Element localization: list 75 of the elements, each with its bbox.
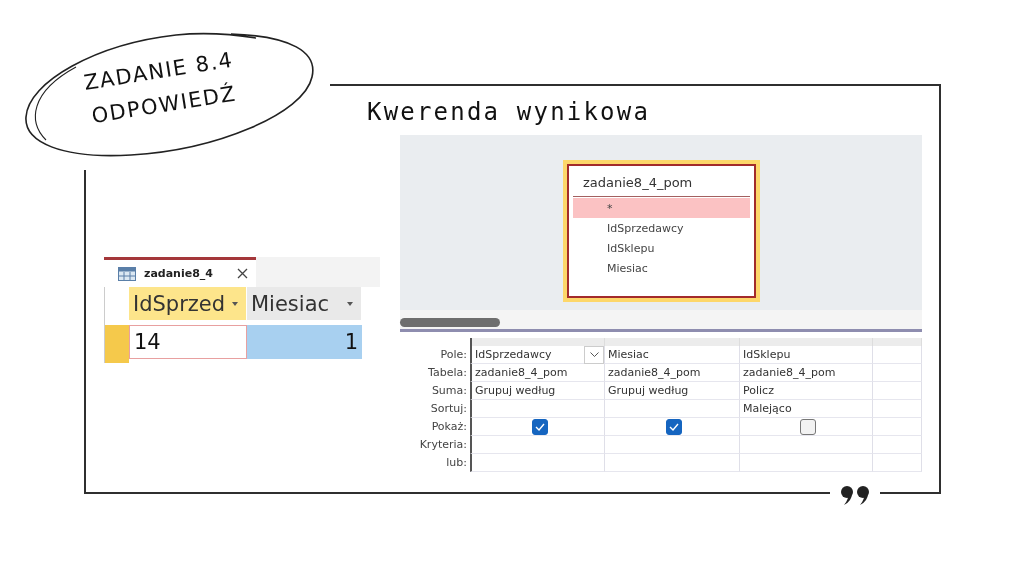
grid-cell[interactable]: IdSklepu <box>740 346 873 364</box>
grid-value: zadanie8_4_pom <box>608 366 701 379</box>
grid-cell[interactable] <box>470 418 605 436</box>
table-field-list[interactable]: zadanie8_4_pom * IdSprzedawcy IdSklepu Miesiac <box>563 160 760 302</box>
check-icon <box>668 422 679 431</box>
grid-cell[interactable]: zadanie8_4_pom <box>605 364 740 382</box>
column-selector[interactable] <box>605 338 740 346</box>
column-selector[interactable] <box>873 338 922 346</box>
grid-cell[interactable]: zadanie8_4_pom <box>740 364 873 382</box>
grid-cell[interactable] <box>873 382 922 400</box>
row-label: Tabela: <box>427 365 468 381</box>
grid-value: Grupuj według <box>475 384 556 397</box>
close-icon[interactable] <box>237 268 248 279</box>
field-item[interactable]: * <box>573 198 750 218</box>
table-cell: 1 <box>247 324 362 359</box>
grid-cell[interactable]: Grupuj według <box>605 382 740 400</box>
show-checkbox[interactable] <box>799 418 816 435</box>
grid-cell[interactable] <box>605 454 740 472</box>
column-selector[interactable] <box>740 338 873 346</box>
row-label: Pokaż: <box>430 419 468 435</box>
row-label: Sortuj: <box>429 401 468 417</box>
show-checkbox[interactable] <box>531 418 548 435</box>
grid-cell[interactable] <box>873 400 922 418</box>
sort-caret-icon[interactable] <box>347 301 353 306</box>
table-tab[interactable]: zadanie8_4 <box>104 257 256 287</box>
grid-cell[interactable] <box>605 436 740 454</box>
grid-value: Malejąco <box>743 402 792 415</box>
grid-value: zadanie8_4_pom <box>475 366 568 379</box>
grid-cell[interactable]: Grupuj według <box>470 382 605 400</box>
grid-value: IdSklepu <box>743 348 791 361</box>
column-header[interactable]: Miesiac <box>247 287 362 320</box>
grid-cell[interactable]: IdSprzedawcy <box>470 346 605 364</box>
field-item[interactable]: Miesiac <box>573 258 750 278</box>
field-item[interactable]: IdSprzedawcy <box>573 218 750 238</box>
grid-cell[interactable] <box>873 364 922 382</box>
grid-cell[interactable] <box>873 454 922 472</box>
grid-value: Policz <box>743 384 774 397</box>
table-title: zadanie8_4_pom <box>573 166 750 197</box>
grid-cell[interactable] <box>873 436 922 454</box>
row-label: lub: <box>445 455 468 471</box>
check-icon <box>534 422 545 431</box>
grid-value: zadanie8_4_pom <box>743 366 836 379</box>
record-selector[interactable] <box>105 324 129 363</box>
column-header[interactable]: IdSprzed <box>129 287 247 320</box>
grid-cell[interactable]: zadanie8_4_pom <box>470 364 605 382</box>
grid-cell[interactable] <box>740 454 873 472</box>
sort-caret-icon[interactable] <box>232 301 238 306</box>
show-checkbox[interactable] <box>665 418 682 435</box>
row-label: Pole: <box>439 347 468 363</box>
grid-cell[interactable] <box>605 418 740 436</box>
field-item[interactable]: IdSklepu <box>573 238 750 258</box>
grid-value: Grupuj według <box>608 384 689 397</box>
grid-cell[interactable] <box>470 454 605 472</box>
grid-cell[interactable] <box>873 418 922 436</box>
row-label: Kryteria: <box>418 437 468 453</box>
grid-cell[interactable] <box>740 436 873 454</box>
grid-cell[interactable]: Policz <box>740 382 873 400</box>
chevron-down-icon <box>589 352 599 357</box>
grid-cell[interactable] <box>470 436 605 454</box>
column-selector[interactable] <box>470 338 605 346</box>
tab-label: zadanie8_4 <box>144 267 213 280</box>
grid-cell[interactable] <box>740 418 873 436</box>
grid-cell[interactable] <box>470 400 605 418</box>
grid-value: IdSprzedawcy <box>475 348 552 361</box>
grid-cell[interactable]: Malejąco <box>740 400 873 418</box>
grid-cell[interactable] <box>605 400 740 418</box>
scrollbar-thumb[interactable] <box>400 318 500 327</box>
quote-icon <box>838 485 872 505</box>
slide-title: Kwerenda wynikowa <box>367 98 652 128</box>
row-label: Suma: <box>430 383 468 399</box>
grid-cell[interactable] <box>873 346 922 364</box>
grid-value: Miesiac <box>608 348 649 361</box>
table-icon <box>118 266 136 281</box>
grid-cell[interactable]: Miesiac <box>605 346 740 364</box>
table-cell: 14 <box>129 324 247 359</box>
